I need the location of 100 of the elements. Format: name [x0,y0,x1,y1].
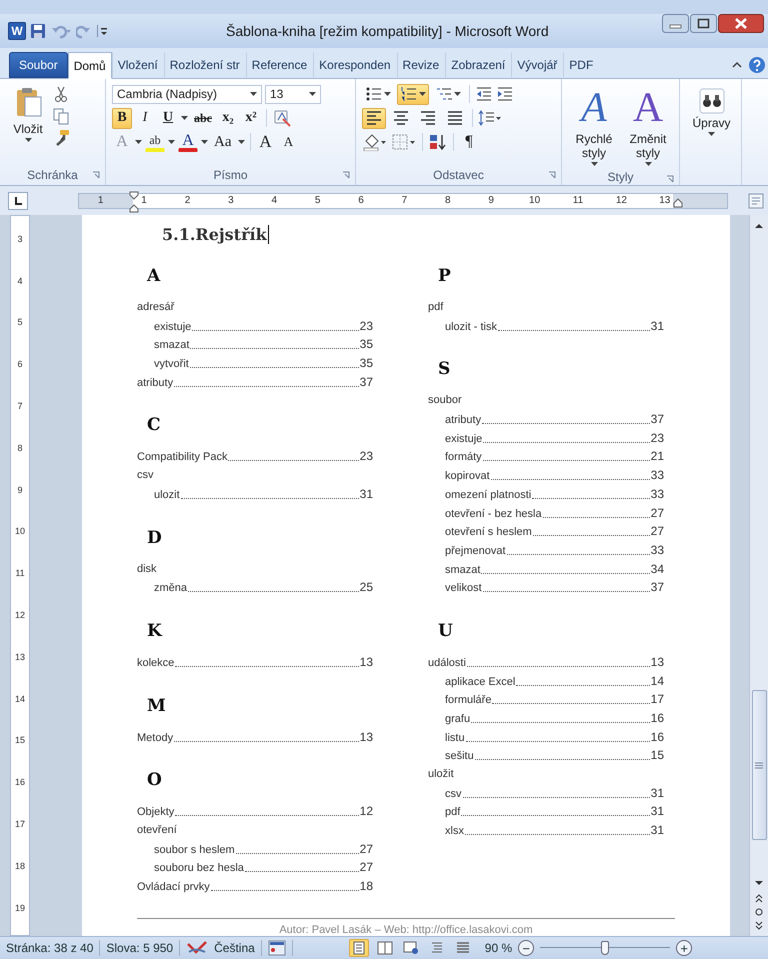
ruler-number: 10 [529,195,540,206]
ribbon-tab[interactable]: Rozložení str [164,52,246,78]
page-number: 27 [650,504,664,522]
index-term: grafu [445,712,470,727]
dialog-launcher-icon[interactable] [92,171,101,180]
language-indicator[interactable]: Čeština [214,941,255,955]
ribbon-tab[interactable]: PDF [563,52,600,78]
customize-icon[interactable] [96,23,108,39]
styles-button[interactable]: A Změnit styly [622,83,674,169]
font-name-field[interactable]: Cambria (Nadpisy) [112,84,262,104]
page-number: 16 [650,728,664,746]
zoom-level[interactable]: 90 % [484,941,512,955]
right-indent-icon[interactable] [673,198,683,208]
index-term: formuláře [445,693,492,708]
tab-stop-selector[interactable] [8,192,28,210]
sort-icon[interactable] [428,133,448,151]
format-button[interactable]: B [112,108,132,128]
shading-icon[interactable] [362,133,388,151]
dialog-launcher-icon[interactable] [548,171,557,180]
vertical-ruler[interactable]: 3 4 5 6 7 8 9 10 11 12 13 14 15 16 17 18 19 [10,215,30,936]
index-term: kolekce [137,656,174,671]
ruler-number: 4 [16,274,24,288]
ribbon-tab[interactable]: Vývojář [511,52,564,78]
page-count[interactable]: Stránka: 38 z 40 [6,941,94,955]
page-view-icon [376,940,393,956]
index-term: velikost [445,581,482,596]
index-term: přejmenovat [445,544,506,559]
vertical-scrollbar[interactable] [749,215,768,936]
ruler-number: 11 [14,567,26,580]
editing-button[interactable]: Úpravy [686,83,737,165]
page-number: 13 [360,654,373,671]
align-button[interactable] [362,108,386,128]
line-spacing-icon[interactable] [478,109,502,127]
format-button[interactable]: abc [191,108,215,128]
ribbon-tab[interactable]: Vložení [112,52,164,78]
indent-marker-icon[interactable] [129,190,139,212]
scrollbar-thumb[interactable] [752,690,766,840]
save-icon[interactable] [30,23,46,39]
view-ruler-icon[interactable] [748,192,764,208]
increase-indent-icon[interactable] [496,85,514,103]
view-button[interactable] [400,939,421,957]
ruler-number: 4 [271,195,278,206]
file-tab[interactable]: Soubor [9,52,68,78]
show-marks-button[interactable]: ¶ [459,132,479,152]
zoom-in-button[interactable]: + [676,940,692,956]
font-tool-button[interactable]: ab [145,132,165,152]
ribbon-tab[interactable]: Reference [246,52,314,78]
ribbon-tab[interactable]: Zobrazení [445,52,512,78]
clear-formatting-icon[interactable] [272,109,292,127]
help-icon[interactable] [748,56,766,74]
align-icon [365,109,383,127]
ruler-number: 17 [14,818,26,832]
page-number: 13 [360,728,373,746]
zoom-out-button[interactable]: − [518,940,534,956]
ribbon-tab[interactable]: Revize [396,52,446,78]
dialog-launcher-icon[interactable] [342,171,351,180]
ruler-number: 16 [14,776,26,790]
format-button[interactable]: x² [241,108,261,128]
index-letter: D [146,526,163,550]
maximize-button[interactable] [690,14,717,33]
ribbon-tab[interactable]: Domů [68,52,112,79]
proofing-icon[interactable] [186,940,208,956]
format-button[interactable]: U [158,108,178,128]
word-count[interactable]: Slova: 5 950 [106,941,174,955]
zoom-slider-thumb[interactable] [601,941,610,955]
caret-icon [708,132,715,136]
page-number: 17 [650,691,664,708]
format-button[interactable]: I [135,108,155,128]
page-number: 33 [650,486,664,503]
page-number: 37 [650,411,664,428]
decrease-indent-icon[interactable] [475,85,493,103]
view-button[interactable] [348,939,369,957]
paste-button[interactable]: Vložit [6,83,50,165]
ruler-number: 1 [141,195,147,206]
font-tool-button[interactable]: Aa [211,132,234,152]
format-button[interactable]: x₂ [218,108,238,128]
ribbon-tab[interactable]: Koresponden [313,52,397,78]
view-button[interactable] [374,939,395,957]
grip-icon [755,762,763,768]
ruler-number: 7 [16,400,24,414]
font-tool-button[interactable]: A [256,132,276,152]
list-button[interactable] [397,84,429,104]
page-number: 12 [360,803,373,820]
caret-icon [419,92,426,96]
caret-icon [135,140,142,144]
font-size-field[interactable]: 13 [265,84,321,104]
page-view-icon [454,940,471,956]
app-logo[interactable]: W [8,22,26,40]
copy-icon[interactable] [52,107,70,125]
styles-button[interactable]: A Rychlé styly [568,83,620,169]
dialog-launcher-icon[interactable] [666,175,675,184]
macro-recording-icon[interactable] [268,940,286,956]
close-button[interactable] [718,14,764,33]
scissors-icon[interactable] [52,85,70,103]
font-tool-button[interactable]: A [178,132,198,152]
ruler-number: 7 [402,195,408,206]
index-term: adresář [137,300,174,315]
minimize-button[interactable] [662,14,689,33]
group-label: Schránka [27,168,78,182]
font-tool-button[interactable]: A [278,132,298,152]
